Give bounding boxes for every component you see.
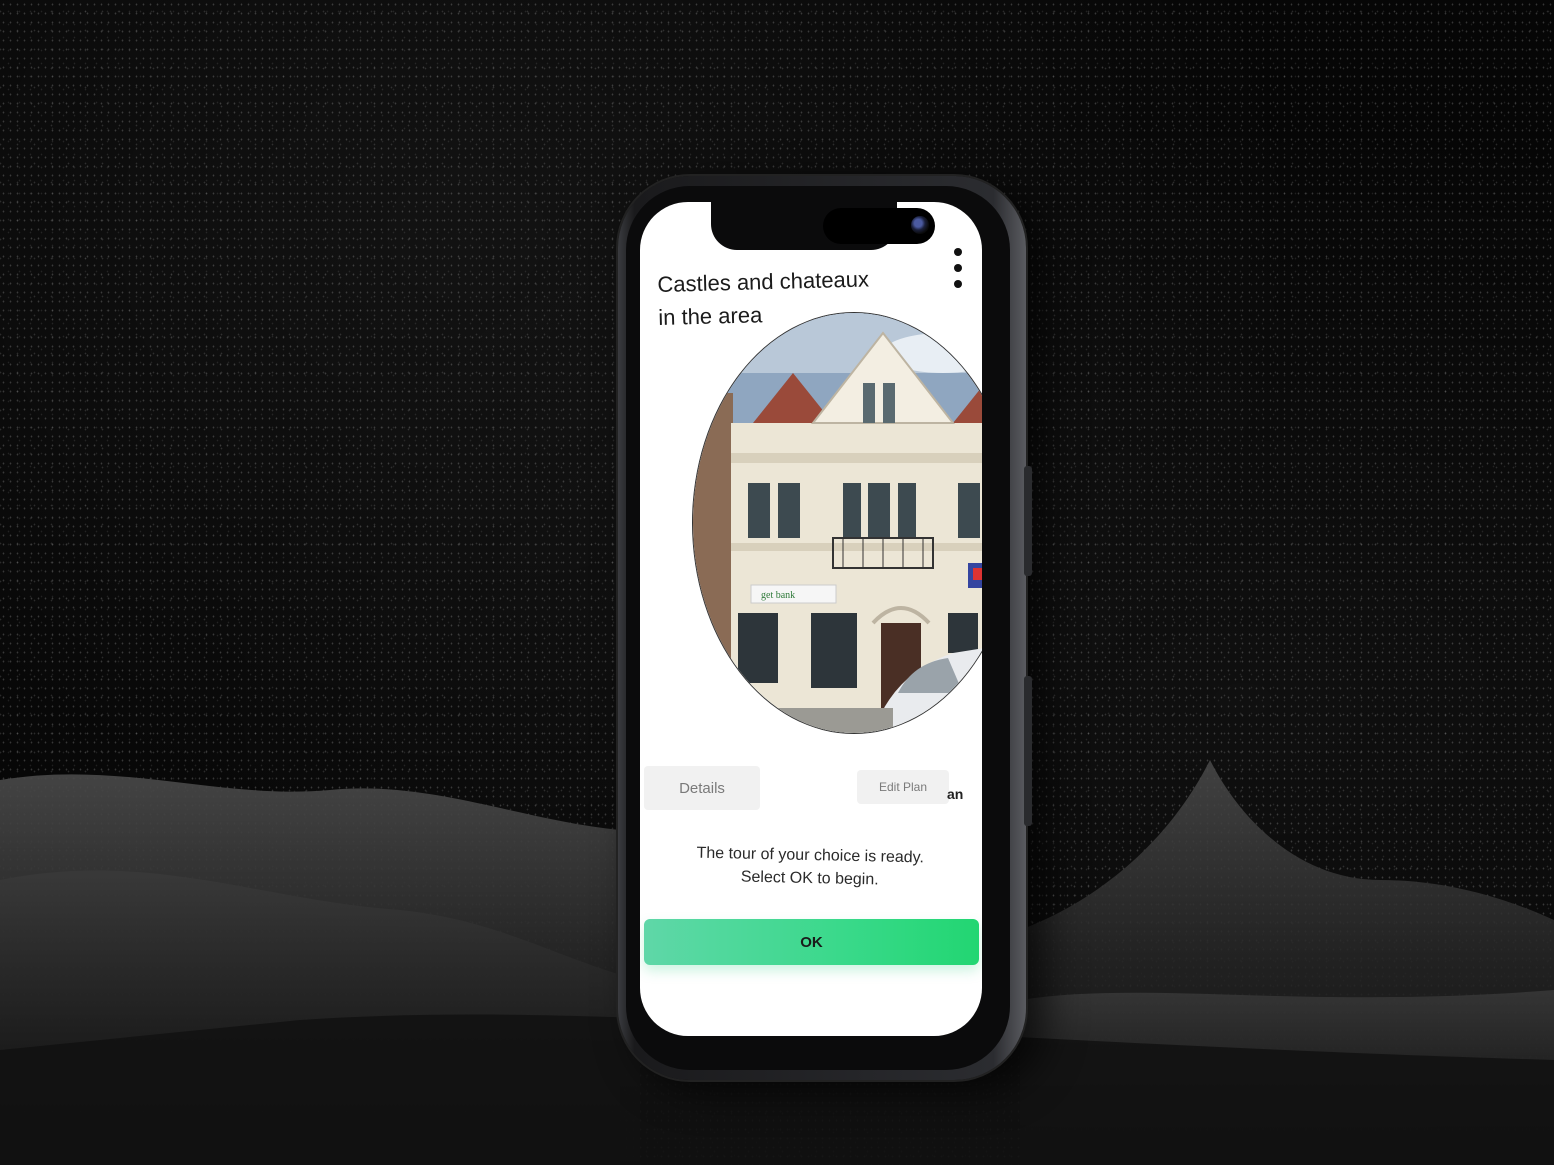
power-button xyxy=(1024,466,1032,576)
bank-sign-text: get bank xyxy=(761,590,795,601)
phone-screen: Castles and chateaux in the area get ban… xyxy=(640,202,982,1036)
ready-message: The tour of your choice is ready. Select… xyxy=(670,841,951,893)
dynamic-island xyxy=(823,208,935,244)
notch xyxy=(711,202,935,250)
edit-plan-button[interactable]: Edit Plan xyxy=(857,770,949,804)
edit-plan-overlap-text: an xyxy=(947,786,964,802)
details-button[interactable]: Details xyxy=(644,766,760,810)
side-rail xyxy=(1024,676,1032,826)
more-vertical-icon[interactable] xyxy=(951,248,965,288)
title-line-1: Castles and chateaux xyxy=(657,266,870,297)
castle-photo: get bank xyxy=(692,312,982,734)
scene-background: Castles and chateaux in the area get ban… xyxy=(0,0,1554,1165)
camera-icon xyxy=(911,216,929,234)
ok-button[interactable]: OK xyxy=(644,919,979,965)
